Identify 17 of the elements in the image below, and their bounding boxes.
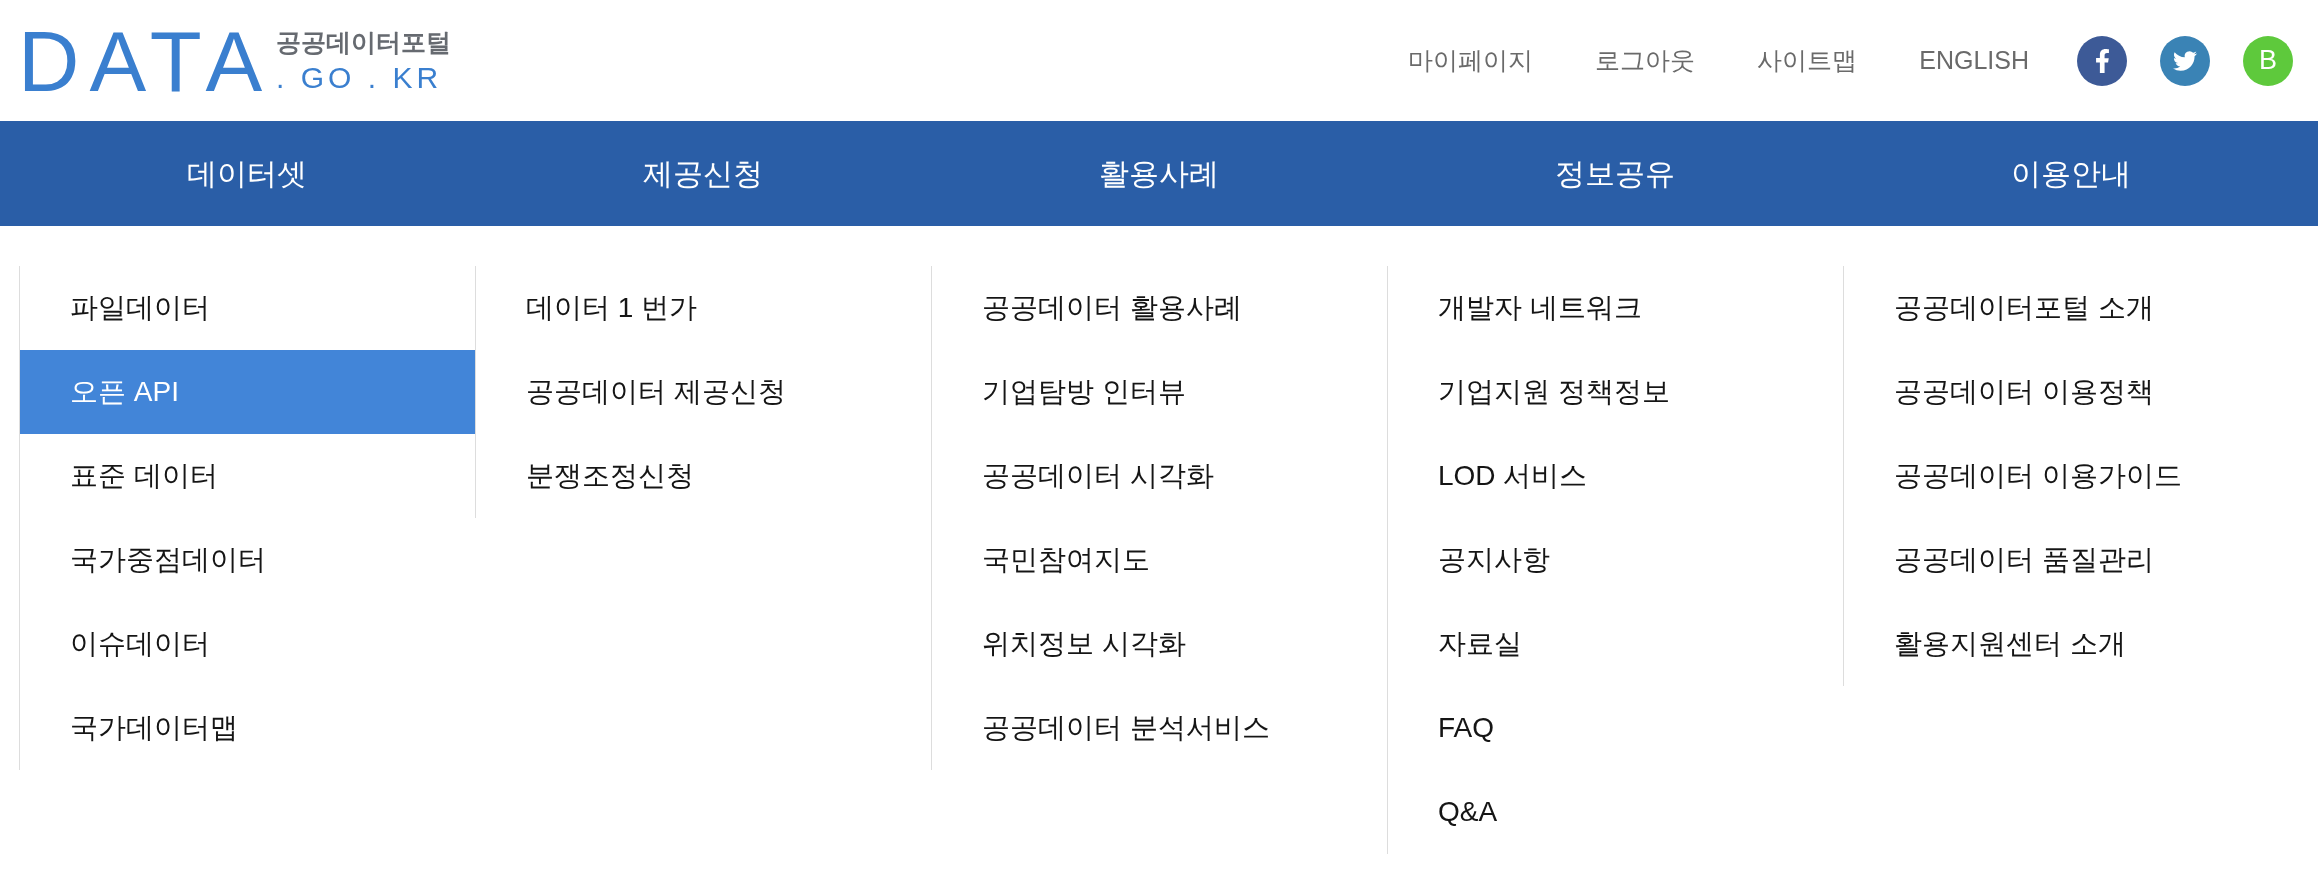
nav-item[interactable]: 활용사례	[1087, 148, 1231, 199]
logo-domain: . GO . KR	[276, 63, 443, 93]
nav-item[interactable]: 제공신청	[631, 148, 775, 199]
nav-item[interactable]: 이용안내	[1999, 148, 2143, 199]
social-link[interactable]	[2077, 35, 2127, 86]
header-link[interactable]: 로그아웃	[1595, 48, 1696, 73]
nav-item[interactable]: 데이터셋	[175, 148, 319, 199]
menu-item[interactable]: 오픈 API	[20, 350, 475, 434]
header-link[interactable]: ENGLISH	[1919, 48, 2029, 73]
social-link[interactable]	[2160, 35, 2210, 86]
logo-wordmark: DATA	[18, 19, 273, 104]
bird-icon	[2160, 35, 2210, 86]
nav-item[interactable]: 정보공유	[1543, 148, 1687, 199]
logo-title: 공공데이터포털	[276, 30, 452, 55]
header-link[interactable]: 사이트맵	[1757, 48, 1858, 73]
header-link[interactable]: 마이페이지	[1408, 48, 1534, 73]
letter-f-icon	[2077, 35, 2127, 86]
